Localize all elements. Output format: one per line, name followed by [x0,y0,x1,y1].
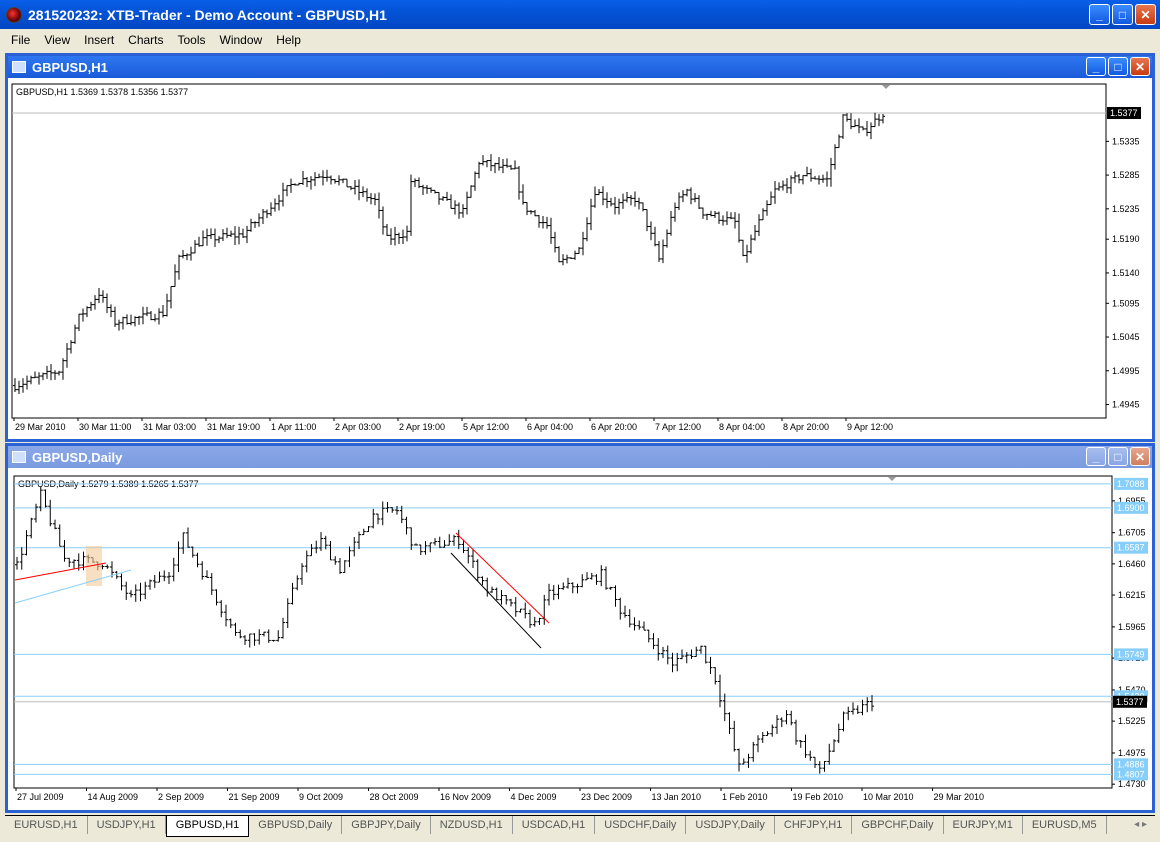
hline-price-label: 1.6900 [1117,503,1145,513]
chart-window-title: GBPUSD,H1 [32,59,108,75]
hline-price-label: 1.4807 [1117,769,1145,779]
y-tick-label: 1.5285 [1112,170,1140,180]
current-price-label: 1.5377 [1110,108,1138,118]
menu-view[interactable]: View [37,33,77,47]
x-tick-label: 6 Apr 04:00 [527,422,573,432]
menu-insert[interactable]: Insert [77,33,121,47]
minimize-button[interactable]: _ [1086,57,1106,76]
minimize-button[interactable]: _ [1086,447,1106,466]
x-tick-label: 28 Oct 2009 [370,792,419,802]
restore-button[interactable]: □ [1108,447,1128,466]
x-tick-label: 1 Apr 11:00 [271,422,316,432]
y-tick-label: 1.6460 [1118,559,1146,569]
app-logo-icon [6,6,22,23]
x-tick-label: 9 Oct 2009 [299,792,343,802]
y-tick-label: 1.5965 [1118,622,1146,632]
x-tick-label: 30 Mar 11:00 [79,422,131,432]
hline-price-label: 1.4886 [1117,759,1145,769]
minimize-button[interactable]: _ [1089,4,1110,25]
x-tick-label: 13 Jan 2010 [652,792,702,802]
chart-tab[interactable]: USDCAD,H1 [513,816,596,834]
x-tick-label: 29 Mar 2010 [934,792,985,802]
chart-tab[interactable]: USDJPY,H1 [88,816,166,834]
y-tick-label: 1.6705 [1118,528,1146,538]
x-tick-label: 14 Aug 2009 [88,792,139,802]
price-chart-daily[interactable]: GBPUSD,Daily 1.5279 1.5389 1.5265 1.5377… [8,468,1152,810]
close-button[interactable]: ✕ [1130,57,1150,76]
chart-tab[interactable]: NZDUSD,H1 [431,816,513,834]
y-tick-label: 1.4945 [1112,400,1140,410]
chart-tab[interactable]: GBPUSD,Daily [249,816,343,834]
price-chart-h1[interactable]: GBPUSD,H1 1.5369 1.5378 1.5356 1.5377 1.5… [8,78,1152,439]
x-tick-label: 31 Mar 03:00 [143,422,196,432]
close-button[interactable]: ✕ [1135,4,1156,25]
chart-tab[interactable]: EURUSD,M5 [1023,816,1107,834]
hline-price-label: 1.6587 [1117,543,1145,553]
chart-tab[interactable]: GBPCHF,Daily [852,816,944,834]
y-tick-label: 1.5140 [1112,268,1140,278]
menu-help[interactable]: Help [269,33,308,47]
x-tick-label: 8 Apr 04:00 [719,422,765,432]
menu-bar: File View Insert Charts Tools Window Hel… [0,29,1160,50]
x-tick-label: 19 Feb 2010 [793,792,844,802]
x-tick-label: 1 Feb 2010 [722,792,768,802]
x-tick-label: 10 Mar 2010 [863,792,914,802]
chart-tab[interactable]: USDCHF,Daily [595,816,687,834]
x-tick-label: 23 Dec 2009 [581,792,632,802]
x-tick-label: 8 Apr 20:00 [783,422,829,432]
app-title: 281520232: XTB-Trader - Demo Account - G… [28,6,387,23]
y-tick-label: 1.5045 [1112,332,1140,342]
x-tick-label: 5 Apr 12:00 [463,422,509,432]
x-tick-label: 2 Sep 2009 [158,792,204,802]
plot-area [13,475,1113,789]
chart-tab[interactable]: EURUSD,H1 [5,816,88,834]
menu-tools[interactable]: Tools [171,33,213,47]
x-tick-label: 31 Mar 19:00 [207,422,260,432]
y-tick-label: 1.5225 [1118,716,1146,726]
app-title-bar: 281520232: XTB-Trader - Demo Account - G… [0,0,1160,29]
current-price-label: 1.5377 [1116,697,1144,707]
chart-tab[interactable]: GBPUSD,H1 [165,816,250,837]
x-tick-label: 6 Apr 20:00 [591,422,637,432]
close-button[interactable]: ✕ [1130,447,1150,466]
restore-button[interactable]: □ [1108,57,1128,76]
x-tick-label: 7 Apr 12:00 [655,422,701,432]
chart-info-label: GBPUSD,H1 1.5369 1.5378 1.5356 1.5377 [16,87,188,97]
x-tick-label: 9 Apr 12:00 [847,422,893,432]
x-tick-label: 29 Mar 2010 [15,422,66,432]
tab-scroll-arrows[interactable]: ◂ ▸ [1126,816,1155,833]
maximize-button[interactable]: □ [1112,4,1133,25]
y-tick-label: 1.4730 [1118,779,1146,789]
menu-file[interactable]: File [4,33,37,47]
y-tick-label: 1.5095 [1112,298,1140,308]
hline-price-label: 1.5749 [1117,649,1145,659]
chart-window-h1: GBPUSD,H1 _ □ ✕ GBPUSD,H1 1.5369 1.5378 … [5,53,1155,442]
x-tick-label: 27 Jul 2009 [17,792,64,802]
chart-window-title: GBPUSD,Daily [32,449,123,465]
menu-charts[interactable]: Charts [121,33,170,47]
chart-window-title-bar: GBPUSD,H1 _ □ ✕ [8,56,1152,78]
y-tick-label: 1.4995 [1112,366,1140,376]
chart-tab[interactable]: GBPJPY,Daily [342,816,431,834]
chart-tab[interactable]: EURJPY,M1 [944,816,1023,834]
y-tick-label: 1.4975 [1118,748,1146,758]
hline-price-label: 1.7088 [1117,479,1145,489]
x-tick-label: 4 Dec 2009 [511,792,557,802]
y-tick-label: 1.5335 [1112,136,1140,146]
x-tick-label: 2 Apr 19:00 [399,422,445,432]
y-tick-label: 1.5190 [1112,234,1140,244]
chart-window-icon [12,61,26,73]
y-tick-label: 1.5235 [1112,204,1140,214]
menu-window[interactable]: Window [213,33,270,47]
x-tick-label: 2 Apr 03:00 [335,422,381,432]
chart-tabs: EURUSD,H1 USDJPY,H1 GBPUSD,H1 GBPUSD,Daily G… [5,815,1155,837]
x-tick-label: 21 Sep 2009 [229,792,280,802]
x-tick-label: 16 Nov 2009 [440,792,491,802]
chart-window-icon [12,451,26,463]
chart-window-daily: GBPUSD,Daily _ □ ✕ GBPUSD,Daily 1.5279 1… [5,443,1155,813]
chart-window-title-bar: GBPUSD,Daily _ □ ✕ [8,446,1152,468]
chart-tab[interactable]: CHFJPY,H1 [775,816,853,834]
chart-tab[interactable]: USDJPY,Daily [686,816,775,834]
y-tick-label: 1.6215 [1118,590,1146,600]
